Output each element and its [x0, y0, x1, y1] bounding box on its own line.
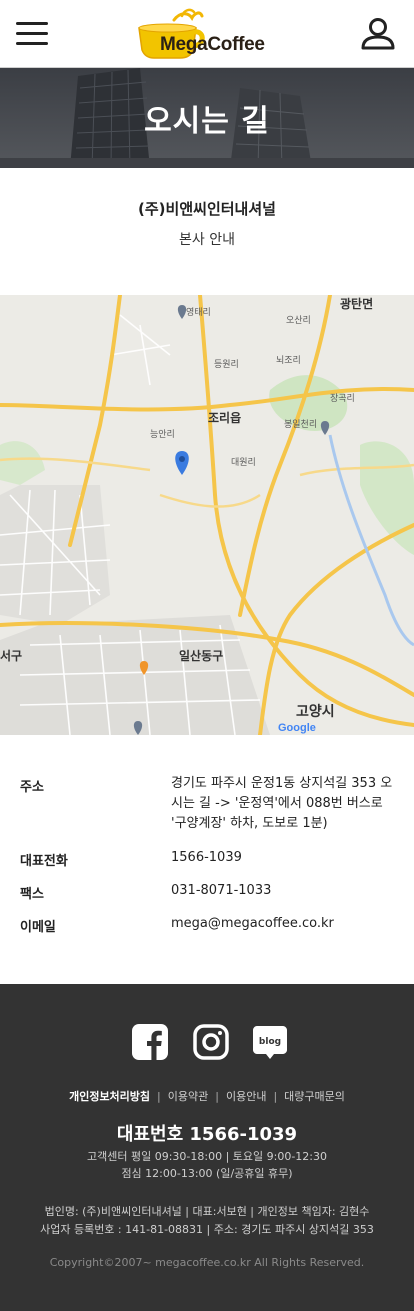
footer-links: 개인정보처리방침 | 이용약관 | 이용안내 | 대량구매문의: [0, 1088, 414, 1104]
map-graphic: [0, 295, 414, 735]
menu-line: [16, 22, 48, 25]
map-label: 서구: [0, 649, 23, 663]
representative-number: 대표번호 1566-1039: [116, 1124, 298, 1145]
company-name: (주)비앤씨인터내셔널: [138, 200, 276, 218]
map-label: 봉일천리: [284, 420, 318, 430]
link-terms[interactable]: 이용약관: [168, 1090, 208, 1103]
corp-line: 법인명: (주)비앤씨인터내셔널 | 대표:서보현 | 개인정보 책임자: 김현…: [44, 1205, 370, 1218]
customer-hours: 고객센터 평일 09:30-18:00 | 토요일 9:00-12:30 점심 …: [0, 1148, 414, 1182]
megacoffee-logo[interactable]: MegaCoffee: [136, 8, 281, 60]
map-label: 오산리: [286, 316, 311, 326]
map-label: 장곡리: [330, 394, 355, 404]
corporate-info: 법인명: (주)비앤씨인터내셔널 | 대표:서보현 | 개인정보 책임자: 김현…: [0, 1203, 414, 1239]
facebook-icon[interactable]: [132, 1024, 168, 1060]
site-header: MegaCoffee: [0, 0, 414, 68]
page-title: 오시는 길: [144, 104, 270, 139]
google-logo: Google: [278, 722, 316, 734]
phone-value[interactable]: 1566-1039: [171, 848, 393, 868]
map-label: 영태리: [186, 308, 211, 318]
blog-icon[interactable]: blog: [252, 1024, 288, 1060]
link-usage-guide[interactable]: 이용안내: [226, 1090, 266, 1103]
map-label: 조리읍: [208, 411, 242, 425]
map-label: 뇌조리: [276, 356, 301, 366]
map-label: 고양시: [296, 704, 335, 720]
map-label: 등원리: [214, 360, 239, 370]
link-bulk-order[interactable]: 대량구매문의: [284, 1090, 345, 1103]
menu-line: [16, 42, 48, 45]
map-label: 능안리: [150, 430, 175, 440]
fax-value: 031-8071-1033: [171, 883, 272, 898]
phone-label: 대표전화: [20, 854, 68, 869]
menu-line: [16, 32, 48, 35]
address-value: 경기도 파주시 운정1동 상지석길 353 오시는 길 -> '운정역'에서 0…: [171, 776, 393, 831]
map-label: 광탄면: [340, 297, 374, 311]
hours-line: 고객센터 평일 09:30-18:00 | 토요일 9:00-12:30: [86, 1150, 327, 1163]
blog-text: blog: [259, 1037, 281, 1047]
email-label: 이메일: [20, 920, 56, 935]
map-label: 대원리: [231, 458, 256, 468]
copyright: Copyright©2007~ megacoffee.co.kr All Rig…: [49, 1256, 365, 1269]
hero-banner: 오시는 길: [0, 68, 414, 168]
info-row-address: 주소 경기도 파주시 운정1동 상지석길 353 오시는 길 -> '운정역'에…: [0, 776, 414, 838]
user-icon[interactable]: [360, 16, 396, 52]
location-map[interactable]: 광탄면 영태리 오산리 등원리 뇌조리 장곡리 봉일천리 조리읍 능안리 대원리…: [0, 295, 414, 735]
company-subtitle: 본사 안내: [179, 232, 235, 248]
link-separator: |: [273, 1090, 278, 1103]
site-footer: blog 개인정보처리방침 | 이용약관 | 이용안내 | 대량구매문의 대표번호 1566…: [0, 984, 414, 1311]
hamburger-menu-icon[interactable]: [16, 20, 50, 48]
google-logo-text: Google: [278, 722, 316, 734]
hours-line: 점심 12:00-13:00 (일/공휴일 휴무): [121, 1167, 293, 1180]
email-value[interactable]: mega@megacoffee.co.kr: [171, 914, 393, 934]
logo-text: MegaCoffee: [160, 34, 265, 55]
link-separator: |: [215, 1090, 219, 1103]
link-separator: |: [157, 1090, 161, 1103]
fax-label: 팩스: [20, 887, 44, 902]
map-label: 일산동구: [179, 649, 224, 663]
corp-line: 사업자 등록번호 : 141-81-08831 | 주소: 경기도 파주시 상지…: [40, 1223, 374, 1236]
link-privacy-policy[interactable]: 개인정보처리방침: [69, 1090, 150, 1103]
address-label: 주소: [20, 780, 44, 795]
instagram-icon[interactable]: [193, 1024, 229, 1060]
